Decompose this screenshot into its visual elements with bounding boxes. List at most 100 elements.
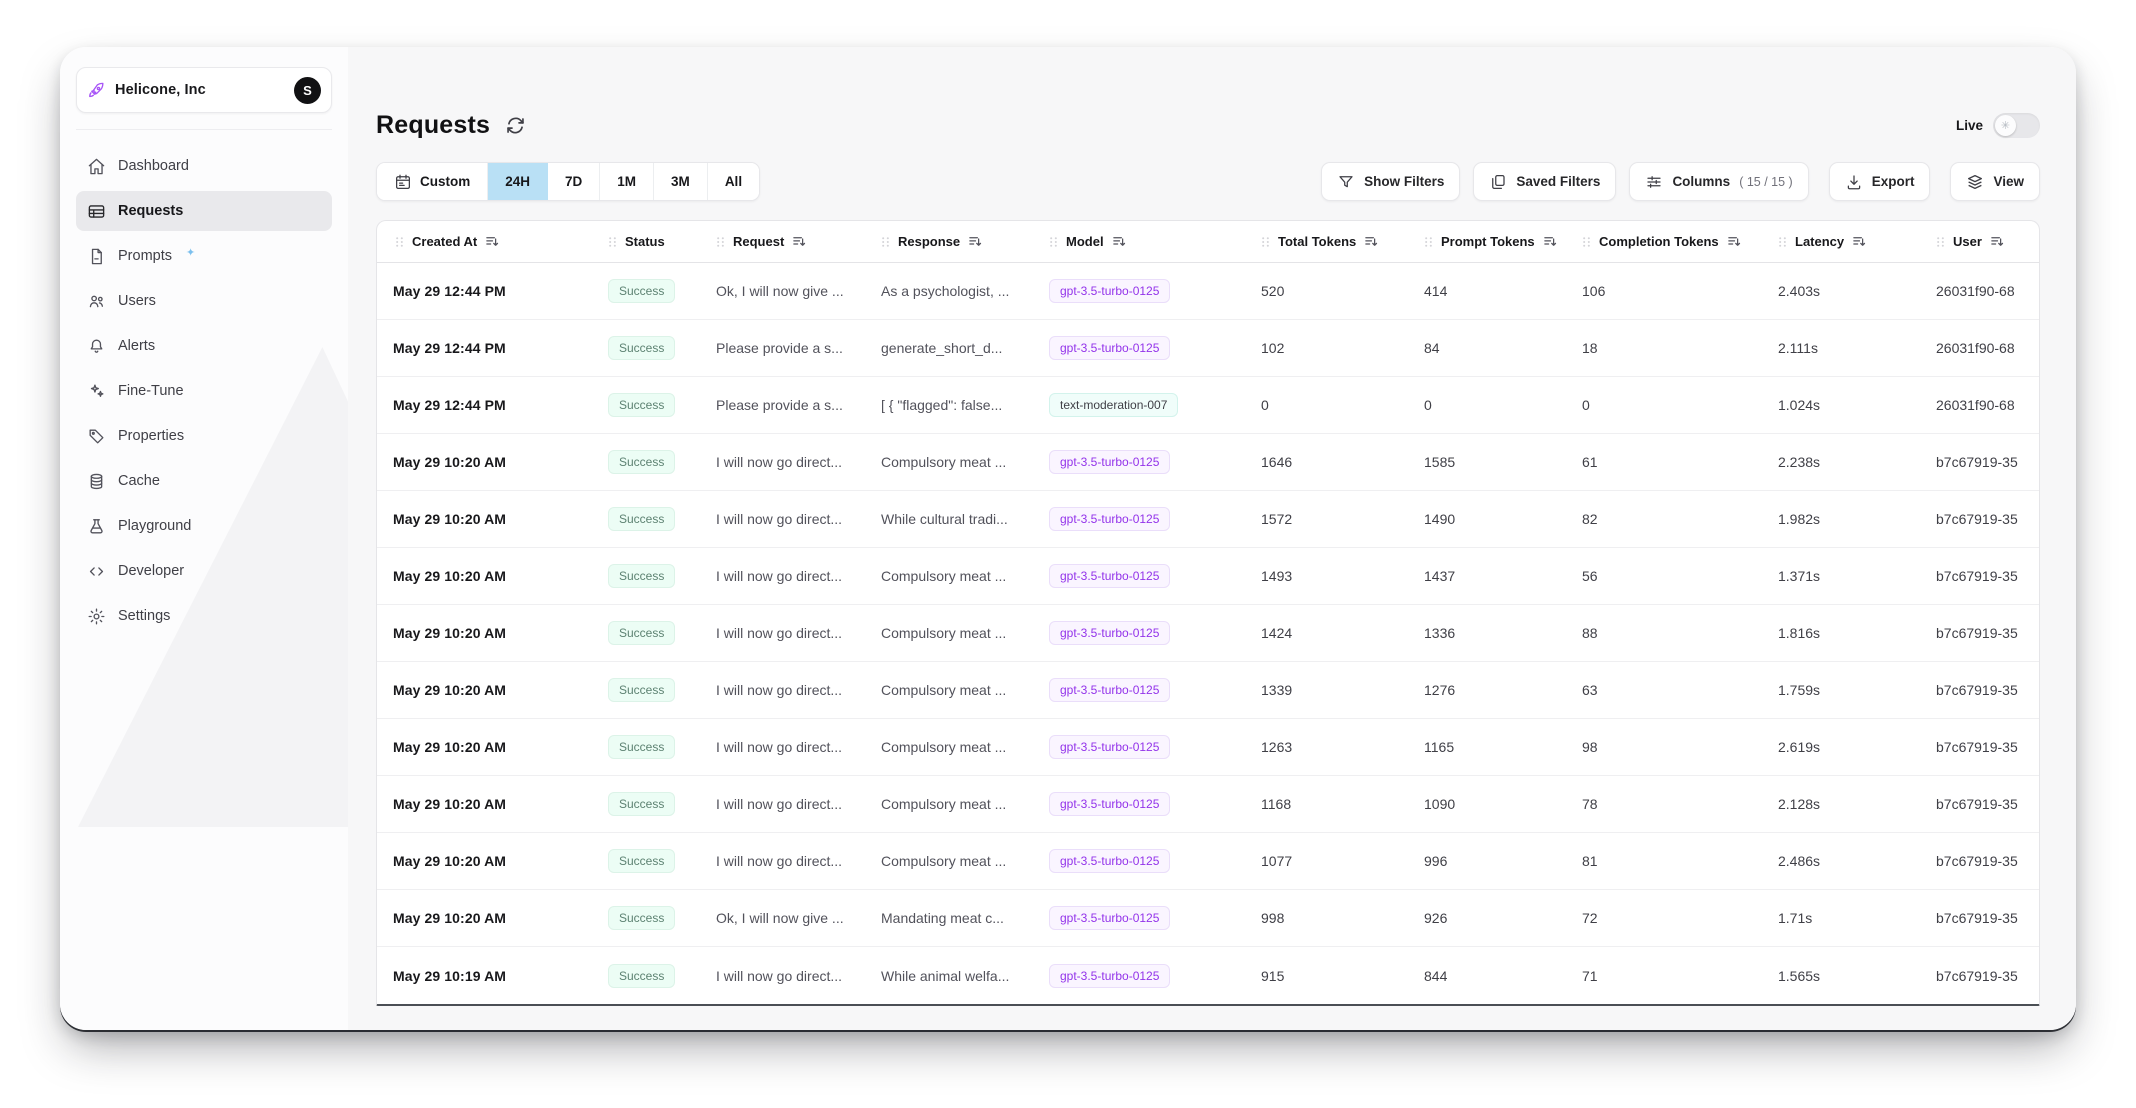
cell-request: I will now go direct... (700, 454, 865, 470)
status-badge: Success (608, 564, 675, 588)
user-avatar[interactable]: S (294, 77, 321, 104)
cell-created-at: May 29 12:44 PM (377, 340, 592, 356)
table-row[interactable]: May 29 10:20 AMSuccessI will now go dire… (377, 833, 2039, 890)
time-range-option-3m[interactable]: 3M (654, 163, 708, 200)
table-row[interactable]: May 29 10:20 AMSuccessI will now go dire… (377, 605, 2039, 662)
cell-created-at: May 29 10:19 AM (377, 968, 592, 984)
cell-model: gpt-3.5-turbo-0125 (1033, 964, 1245, 988)
sidebar-item-label: Cache (118, 473, 160, 489)
tag-icon (87, 427, 106, 446)
sidebar-item-settings[interactable]: Settings (76, 596, 332, 636)
time-range-option-7d[interactable]: 7D (548, 163, 600, 200)
table-row[interactable]: May 29 12:44 PMSuccessPlease provide a s… (377, 320, 2039, 377)
sidebar-item-label: Properties (118, 428, 184, 444)
status-badge: Success (608, 336, 675, 360)
sidebar-nav: Dashboard Requests Prompts✦ Users Alerts Fine… (76, 146, 332, 636)
org-switcher[interactable]: Helicone, Inc S (76, 67, 332, 113)
column-header-model[interactable]: Model (1033, 234, 1245, 249)
cell-user: b7c67919-35 (1920, 968, 2030, 984)
show-filters-button[interactable]: Show Filters (1321, 162, 1460, 201)
cell-prompt-tokens: 1490 (1408, 511, 1566, 527)
table-row[interactable]: May 29 10:20 AMSuccessI will now go dire… (377, 719, 2039, 776)
sidebar-item-properties[interactable]: Properties (76, 416, 332, 456)
column-header-user[interactable]: User (1920, 234, 2030, 249)
cell-total-tokens: 1424 (1245, 625, 1408, 641)
rocket-icon (87, 81, 106, 100)
cell-latency: 1.71s (1762, 910, 1920, 926)
table-row[interactable]: May 29 12:44 PMSuccessOk, I will now giv… (377, 263, 2039, 320)
model-badge: gpt-3.5-turbo-0125 (1049, 564, 1170, 588)
refresh-button[interactable] (505, 115, 526, 136)
column-header-total-tokens[interactable]: Total Tokens (1245, 234, 1408, 249)
table-row[interactable]: May 29 10:19 AMSuccessI will now go dire… (377, 947, 2039, 1004)
status-badge: Success (608, 735, 675, 759)
time-range-option-all[interactable]: All (708, 163, 759, 200)
cell-latency: 2.238s (1762, 454, 1920, 470)
grip-icon (1259, 235, 1272, 249)
table-row[interactable]: May 29 10:20 AMSuccessI will now go dire… (377, 776, 2039, 833)
cell-total-tokens: 1339 (1245, 682, 1408, 698)
cell-model: gpt-3.5-turbo-0125 (1033, 678, 1245, 702)
sidebar-item-label: Dashboard (118, 158, 189, 174)
model-badge: gpt-3.5-turbo-0125 (1049, 336, 1170, 360)
sidebar-item-dashboard[interactable]: Dashboard (76, 146, 332, 186)
cell-created-at: May 29 12:44 PM (377, 397, 592, 413)
cell-request: I will now go direct... (700, 625, 865, 641)
columns-button[interactable]: Columns( 15 / 15 ) (1629, 162, 1808, 201)
cell-created-at: May 29 10:20 AM (377, 511, 592, 527)
sidebar-item-alerts[interactable]: Alerts (76, 326, 332, 366)
view-button[interactable]: View (1950, 162, 2040, 201)
export-button[interactable]: Export (1829, 162, 1931, 201)
cell-latency: 2.486s (1762, 853, 1920, 869)
cell-prompt-tokens: 84 (1408, 340, 1566, 356)
button-label: Saved Filters (1516, 174, 1600, 189)
time-range-option-1m[interactable]: 1M (600, 163, 654, 200)
table-row[interactable]: May 29 12:44 PMSuccessPlease provide a s… (377, 377, 2039, 434)
cell-completion-tokens: 82 (1566, 511, 1762, 527)
column-header-response[interactable]: Response (865, 234, 1033, 249)
status-badge: Success (608, 507, 675, 531)
sidebar-item-developer[interactable]: Developer (76, 551, 332, 591)
grip-icon (1422, 235, 1435, 249)
table-row[interactable]: May 29 10:20 AMSuccessI will now go dire… (377, 548, 2039, 605)
column-header-completion-tokens[interactable]: Completion Tokens (1566, 234, 1762, 249)
cell-user: 26031f90-68 (1920, 340, 2030, 356)
cell-status: Success (592, 336, 700, 360)
sidebar-item-fine-tune[interactable]: Fine-Tune (76, 371, 332, 411)
sort-icon (1543, 234, 1558, 249)
button-label: Columns (1672, 174, 1730, 189)
column-header-prompt-tokens[interactable]: Prompt Tokens (1408, 234, 1566, 249)
sidebar-item-prompts[interactable]: Prompts✦ (76, 236, 332, 276)
cell-request: I will now go direct... (700, 682, 865, 698)
sidebar-item-playground[interactable]: Playground (76, 506, 332, 546)
cell-status: Success (592, 507, 700, 531)
column-header-request[interactable]: Request (700, 234, 865, 249)
cell-response: generate_short_d... (865, 340, 1033, 356)
sparkle-badge-icon: ✦ (186, 246, 195, 259)
column-header-created-at[interactable]: Created At (377, 234, 592, 249)
cell-created-at: May 29 10:20 AM (377, 682, 592, 698)
cell-status: Success (592, 849, 700, 873)
sidebar-item-cache[interactable]: Cache (76, 461, 332, 501)
table-row[interactable]: May 29 10:20 AMSuccessI will now go dire… (377, 491, 2039, 548)
sidebar-item-requests[interactable]: Requests (76, 191, 332, 231)
column-label: Latency (1795, 234, 1844, 249)
grip-icon (606, 235, 619, 249)
saved-filters-button[interactable]: Saved Filters (1473, 162, 1616, 201)
cell-completion-tokens: 0 (1566, 397, 1762, 413)
cell-user: b7c67919-35 (1920, 568, 2030, 584)
time-range-option-24h[interactable]: 24H (488, 163, 548, 200)
table-row[interactable]: May 29 10:20 AMSuccessI will now go dire… (377, 662, 2039, 719)
cell-status: Success (592, 450, 700, 474)
sidebar-item-users[interactable]: Users (76, 281, 332, 321)
sidebar-item-label: Playground (118, 518, 191, 534)
cell-user: b7c67919-35 (1920, 796, 2030, 812)
column-header-latency[interactable]: Latency (1762, 234, 1920, 249)
table-row[interactable]: May 29 10:20 AMSuccessI will now go dire… (377, 434, 2039, 491)
time-range-custom-button[interactable]: Custom (377, 163, 488, 200)
cell-created-at: May 29 10:20 AM (377, 910, 592, 926)
column-header-status[interactable]: Status (592, 234, 700, 249)
table-row[interactable]: May 29 10:20 AMSuccessOk, I will now giv… (377, 890, 2039, 947)
sort-icon (792, 234, 807, 249)
live-toggle[interactable]: ✳ (1993, 113, 2040, 138)
